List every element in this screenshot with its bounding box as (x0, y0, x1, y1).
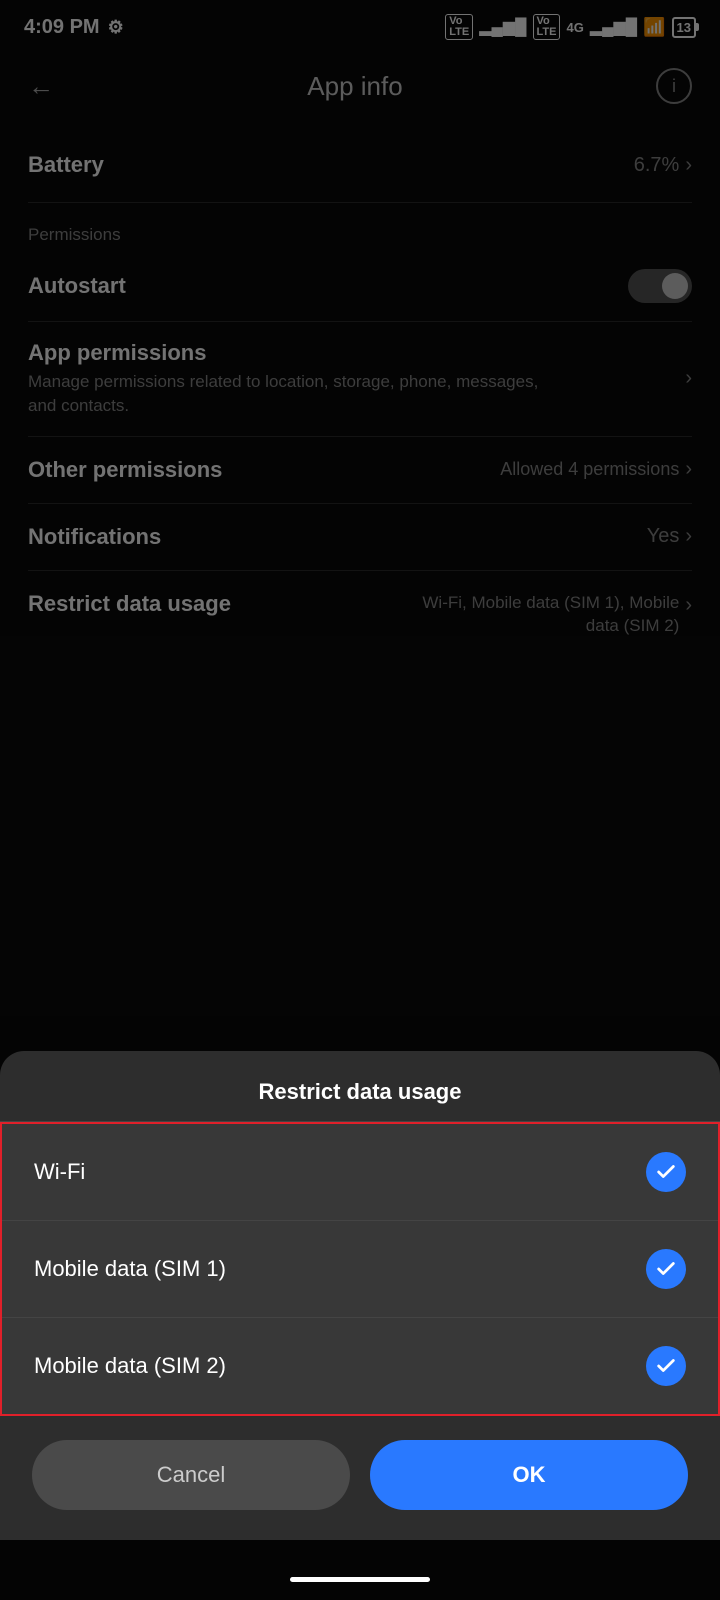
cancel-button[interactable]: Cancel (32, 1440, 350, 1510)
sim1-checkbox[interactable] (646, 1249, 686, 1289)
wifi-option-label: Wi-Fi (34, 1159, 85, 1185)
wifi-option-row[interactable]: Wi-Fi (2, 1124, 718, 1221)
bottom-sheet: Restrict data usage Wi-Fi Mobile data (S… (0, 1051, 720, 1540)
wifi-check-icon (655, 1161, 677, 1183)
sim1-option-row[interactable]: Mobile data (SIM 1) (2, 1221, 718, 1318)
wifi-checkbox[interactable] (646, 1152, 686, 1192)
home-indicator (290, 1577, 430, 1582)
sim2-check-icon (655, 1355, 677, 1377)
sheet-buttons: Cancel OK (0, 1416, 720, 1520)
sim2-checkbox[interactable] (646, 1346, 686, 1386)
sim1-option-label: Mobile data (SIM 1) (34, 1256, 226, 1282)
sim2-option-label: Mobile data (SIM 2) (34, 1353, 226, 1379)
ok-button[interactable]: OK (370, 1440, 688, 1510)
sheet-title: Restrict data usage (0, 1051, 720, 1121)
sim2-option-row[interactable]: Mobile data (SIM 2) (2, 1318, 718, 1414)
sim1-check-icon (655, 1258, 677, 1280)
options-group: Wi-Fi Mobile data (SIM 1) Mobile data (S… (0, 1122, 720, 1416)
